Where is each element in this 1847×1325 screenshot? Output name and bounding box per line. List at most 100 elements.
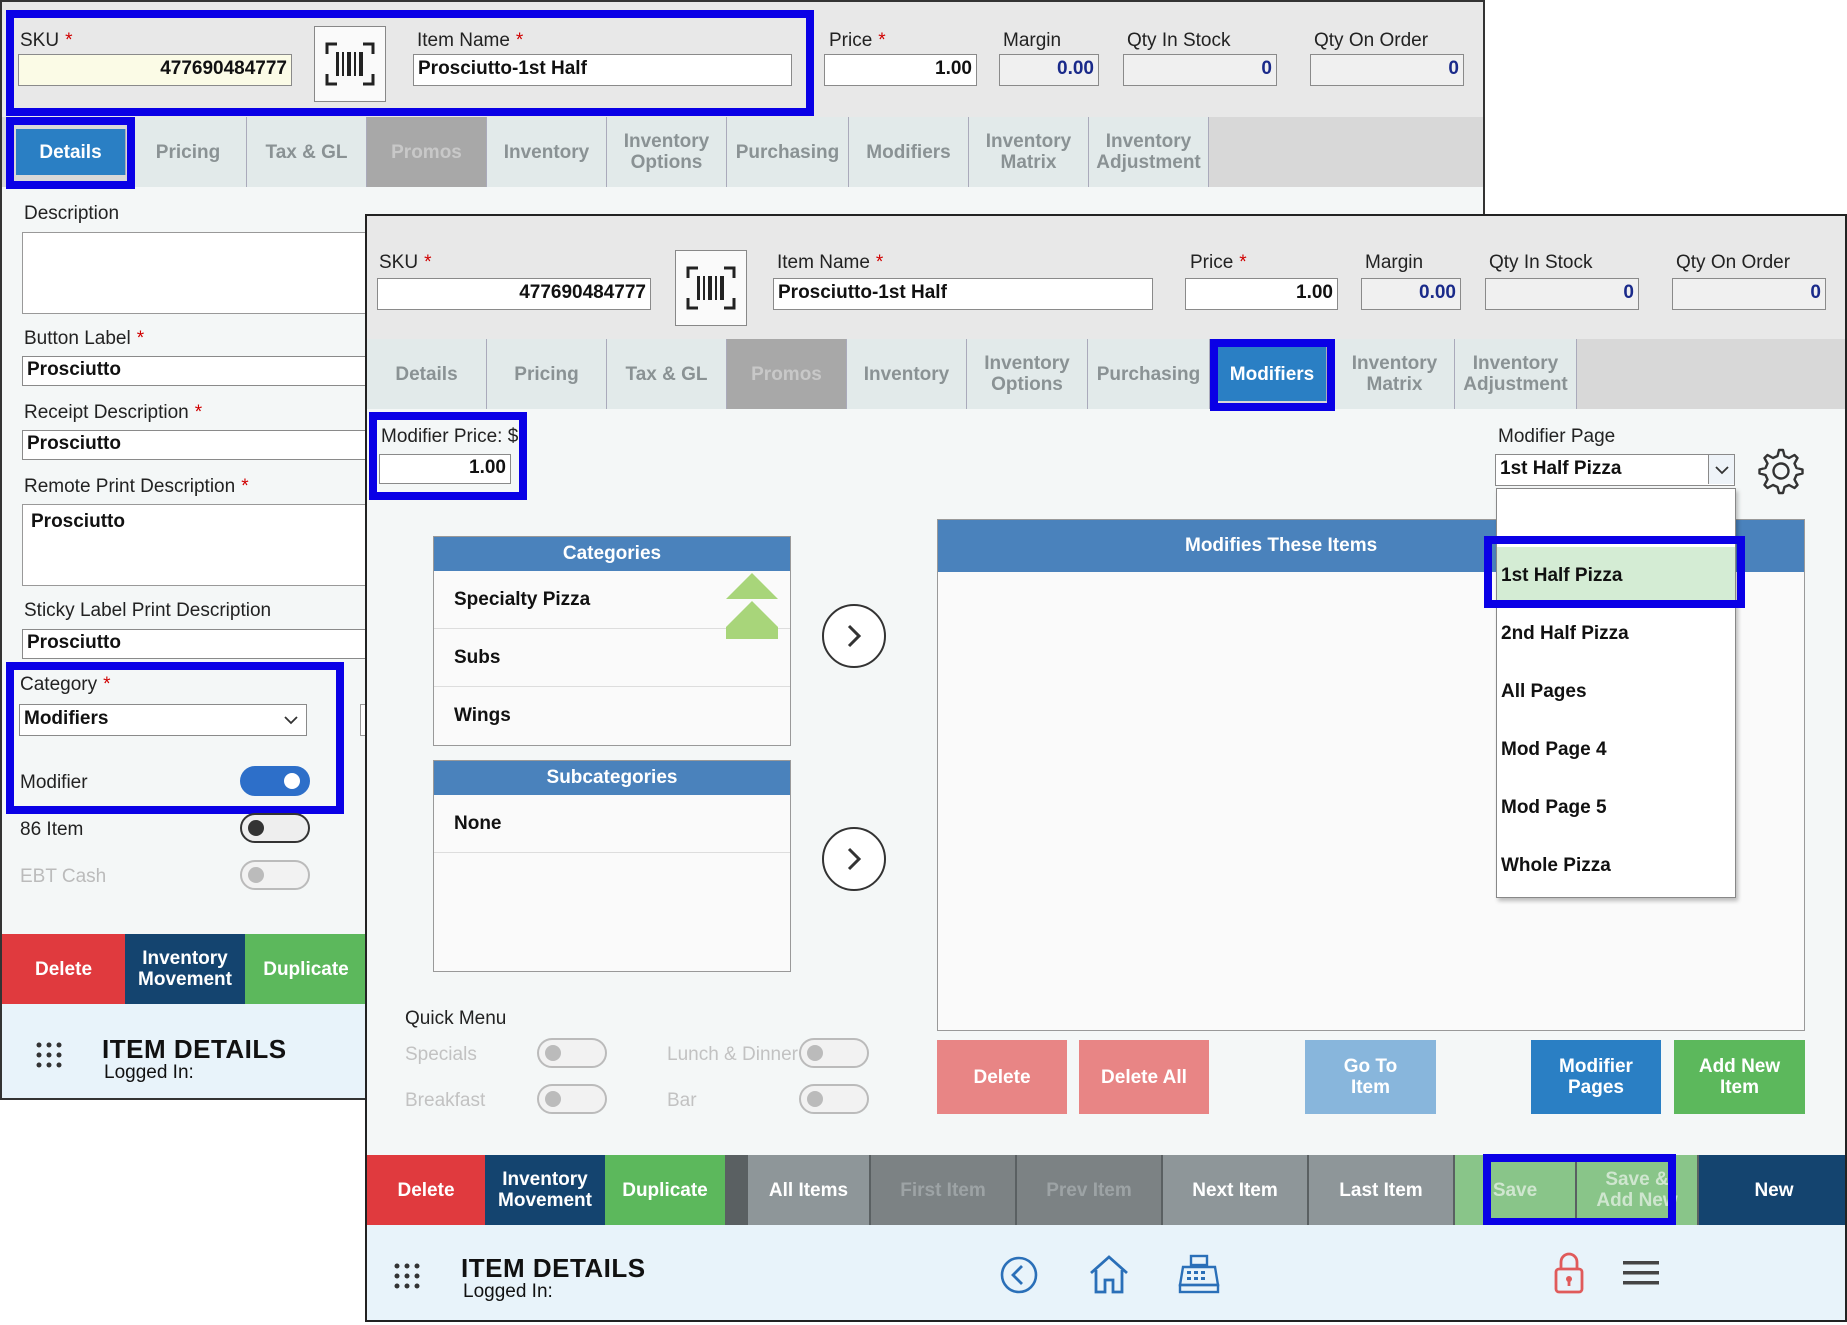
back-arrow-icon[interactable]: [999, 1255, 1039, 1295]
category-item[interactable]: Wings: [434, 687, 790, 745]
tab-inventory-options[interactable]: Inventory Options: [967, 339, 1088, 409]
tab-pricing[interactable]: Pricing: [130, 117, 247, 187]
modifier-delete-button[interactable]: Delete: [937, 1040, 1067, 1114]
app-grid-icon[interactable]: [394, 1263, 420, 1289]
quick-bar-toggle[interactable]: [799, 1084, 869, 1114]
footer-title: ITEM DETAILS: [102, 1034, 287, 1064]
modifier-page-dropdown-list: 1st Half Pizza 2nd Half Pizza All Pages …: [1496, 488, 1736, 898]
modifier-price-input[interactable]: 1.00: [379, 454, 511, 484]
tab-inventory-options[interactable]: Inventory Options: [607, 117, 727, 187]
hamburger-menu-icon[interactable]: [1623, 1259, 1659, 1287]
tab-purchasing[interactable]: Purchasing: [727, 117, 849, 187]
tab-details[interactable]: Details: [16, 129, 126, 175]
price-input[interactable]: 1.00: [1185, 278, 1338, 310]
qty-on-order-label: Qty On Order: [1676, 252, 1791, 273]
tab-promos[interactable]: Promos: [367, 117, 487, 187]
tab-inventory-matrix[interactable]: Inventory Matrix: [1335, 339, 1455, 409]
tab-tax-gl[interactable]: Tax & GL: [247, 117, 367, 187]
dropdown-option[interactable]: Mod Page 4: [1497, 721, 1735, 779]
category-select[interactable]: Modifiers: [19, 704, 307, 736]
add-subcategory-arrow-button[interactable]: [822, 827, 886, 891]
modifier-pages-button[interactable]: Modifier Pages: [1531, 1040, 1661, 1114]
sku-input[interactable]: 477690484777: [377, 278, 651, 310]
category-item[interactable]: Subs: [434, 629, 790, 687]
delete-button[interactable]: Delete: [2, 934, 125, 1004]
quick-lunch-dinner-toggle[interactable]: [799, 1038, 869, 1068]
subcategories-panel: Subcategories None: [433, 760, 791, 972]
tab-bar: Details Pricing Tax & GL Promos Inventor…: [367, 339, 1845, 409]
modifier-delete-all-button[interactable]: Delete All: [1079, 1040, 1209, 1114]
button-label-label: Button Label *: [24, 328, 145, 349]
home-icon[interactable]: [1087, 1253, 1131, 1295]
dropdown-option[interactable]: Mod Page 5: [1497, 779, 1735, 837]
dropdown-option-selected[interactable]: 1st Half Pizza: [1497, 547, 1735, 605]
quick-breakfast-toggle[interactable]: [537, 1084, 607, 1114]
inventory-movement-button[interactable]: Inventory Movement: [125, 934, 245, 1004]
tab-pricing[interactable]: Pricing: [487, 339, 607, 409]
86-item-label: 86 Item: [20, 819, 84, 840]
tab-inventory-matrix[interactable]: Inventory Matrix: [969, 117, 1089, 187]
lock-icon[interactable]: [1553, 1251, 1585, 1295]
tab-inventory[interactable]: Inventory: [487, 117, 607, 187]
dropdown-option[interactable]: 2nd Half Pizza: [1497, 605, 1735, 663]
price-input[interactable]: 1.00: [824, 54, 977, 86]
tab-promos[interactable]: Promos: [727, 339, 847, 409]
inventory-movement-button[interactable]: Inventory Movement: [485, 1155, 605, 1225]
modifier-page-select[interactable]: 1st Half Pizza: [1495, 454, 1735, 486]
tab-details[interactable]: Details: [367, 339, 487, 409]
category-label: Category *: [20, 674, 111, 695]
tab-bar: Details Pricing Tax & GL Promos Inventor…: [2, 117, 1483, 187]
button-label-input[interactable]: Prosciutto: [22, 356, 382, 386]
tab-modifiers[interactable]: Modifiers: [1218, 347, 1327, 401]
tab-inventory[interactable]: Inventory: [847, 339, 967, 409]
category-item-label: Wings: [454, 705, 511, 726]
duplicate-button[interactable]: Duplicate: [605, 1155, 725, 1225]
item-name-input[interactable]: Prosciutto-1st Half: [773, 278, 1153, 310]
first-item-button[interactable]: First Item: [871, 1155, 1015, 1225]
tab-inventory-adjustment[interactable]: Inventory Adjustment: [1089, 117, 1209, 187]
save-add-new-button[interactable]: Save & Add New: [1577, 1155, 1697, 1225]
tab-purchasing[interactable]: Purchasing: [1088, 339, 1210, 409]
description-input[interactable]: [22, 232, 382, 314]
dropdown-option[interactable]: [1497, 489, 1735, 547]
barcode-scan-button[interactable]: [314, 26, 386, 102]
subcategory-item[interactable]: None: [434, 795, 790, 853]
save-button[interactable]: Save: [1455, 1155, 1575, 1225]
dropdown-option[interactable]: All Pages: [1497, 663, 1735, 721]
item-name-input[interactable]: Prosciutto-1st Half: [413, 54, 792, 86]
barcode-icon: [686, 266, 736, 310]
add-category-arrow-button[interactable]: [822, 604, 886, 668]
category-item[interactable]: Specialty Pizza: [434, 571, 790, 639]
add-new-item-button[interactable]: Add New Item: [1674, 1040, 1805, 1114]
tab-modifiers[interactable]: Modifiers: [849, 117, 969, 187]
prev-item-button[interactable]: Prev Item: [1017, 1155, 1161, 1225]
tab-tax-gl[interactable]: Tax & GL: [607, 339, 727, 409]
sticky-label-print-description-input[interactable]: Prosciutto: [22, 629, 382, 659]
new-button[interactable]: New: [1699, 1155, 1845, 1225]
tab-inventory-adjustment[interactable]: Inventory Adjustment: [1455, 339, 1577, 409]
delete-button[interactable]: Delete: [367, 1155, 485, 1225]
settings-gear-icon[interactable]: [1756, 446, 1806, 496]
remote-print-description-input[interactable]: Prosciutto: [22, 504, 382, 586]
sku-input[interactable]: 477690484777: [18, 54, 292, 86]
dropdown-option[interactable]: Whole Pizza: [1497, 837, 1735, 895]
all-items-button[interactable]: All Items: [748, 1155, 869, 1225]
last-item-button[interactable]: Last Item: [1309, 1155, 1453, 1225]
modifier-page-label: Modifier Page: [1498, 426, 1616, 447]
next-item-button[interactable]: Next Item: [1163, 1155, 1307, 1225]
categories-panel: Categories Specialty Pizza Subs Wings: [433, 536, 791, 746]
cash-register-icon[interactable]: [1177, 1253, 1221, 1295]
quick-specials-toggle[interactable]: [537, 1038, 607, 1068]
duplicate-button[interactable]: Duplicate: [245, 934, 367, 1004]
quick-menu-label: Quick Menu: [405, 1008, 507, 1029]
app-grid-icon[interactable]: [36, 1042, 62, 1068]
receipt-description-input[interactable]: Prosciutto: [22, 430, 382, 460]
modifier-toggle[interactable]: [240, 766, 310, 796]
dropdown-toggle[interactable]: [1708, 455, 1734, 484]
receipt-description-label: Receipt Description *: [24, 402, 203, 423]
categories-header: Categories: [434, 537, 790, 571]
86-item-toggle[interactable]: [240, 813, 310, 843]
barcode-scan-button[interactable]: [675, 250, 747, 326]
go-to-item-button[interactable]: Go To Item: [1305, 1040, 1436, 1114]
ebt-cash-toggle[interactable]: [240, 860, 310, 890]
